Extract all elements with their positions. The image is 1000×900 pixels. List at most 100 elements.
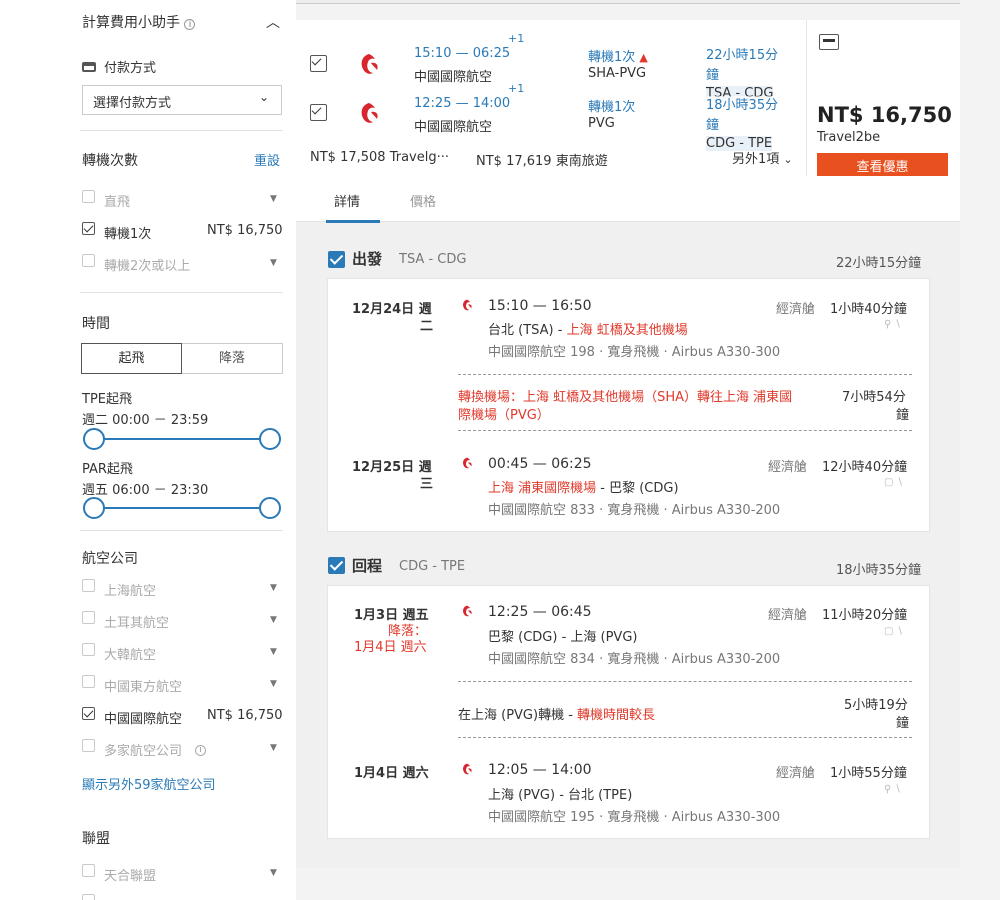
- dropdown-arrow-icon[interactable]: ▼: [270, 583, 277, 593]
- show-more-airlines-link[interactable]: 顯示另外59家航空公司: [82, 774, 216, 793]
- layover-duration: 5小時19分: [844, 698, 908, 713]
- outbound-checkbox[interactable]: [328, 251, 345, 268]
- dropdown-arrow-icon[interactable]: ▼: [270, 868, 277, 878]
- warning-icon: ▲: [639, 51, 648, 64]
- airline-label: 土耳其航空: [104, 616, 170, 631]
- more-options-toggle[interactable]: 另外1項 ⌄: [732, 148, 793, 167]
- tab-prices[interactable]: 價格: [410, 191, 436, 210]
- segment-cabin: 經濟艙: [776, 766, 816, 781]
- dropdown-arrow-icon[interactable]: ▼: [270, 194, 277, 204]
- airline-label: 多家航空公司: [104, 744, 183, 759]
- chevron-up-icon[interactable]: ︿: [266, 12, 280, 32]
- segment-airports: 台北 (TSA) - 上海 虹橋及其他機場: [488, 319, 688, 338]
- return-duration: 18小時35分鐘: [706, 96, 786, 136]
- outbound-stops-text: 轉機1次: [588, 50, 636, 65]
- stops-reset-link[interactable]: 重設: [254, 150, 280, 169]
- segment-to: 上海 虹橋及其他機場: [566, 323, 688, 338]
- alliance-checkbox[interactable]: [82, 864, 95, 877]
- segment-times: 12:05 — 14:00: [488, 762, 592, 778]
- airline-checkbox[interactable]: [82, 707, 95, 720]
- calc-helper-title[interactable]: 計算費用小助手 i: [82, 12, 196, 32]
- dropdown-arrow-icon[interactable]: ▼: [270, 679, 277, 689]
- layover-text: 在上海 (PVG)轉機 -: [458, 708, 578, 723]
- airline-label: 大韓航空: [104, 648, 157, 663]
- par-slider-track[interactable]: [94, 507, 270, 509]
- calc-helper-label: 計算費用小助手: [82, 15, 180, 31]
- segment-times: 00:45 — 06:25: [488, 456, 592, 472]
- tpe-slider-track[interactable]: [94, 438, 270, 440]
- more-options-text: 另外1項: [732, 152, 780, 167]
- par-slider-min-handle[interactable]: [83, 497, 105, 519]
- segment-cabin: 經濟艙: [776, 302, 816, 317]
- par-departure-title: PAR起飛: [82, 462, 133, 477]
- amenity-icons: ⚲ ∖: [884, 319, 901, 330]
- stops-one-label: 轉機1次: [104, 227, 152, 242]
- segment-times: 15:10 — 16:50: [488, 298, 592, 314]
- day-offset: +1: [508, 32, 525, 45]
- dropdown-arrow-icon[interactable]: ▼: [270, 615, 277, 625]
- outbound-stops: 轉機1次 ▲: [588, 46, 648, 65]
- result-summary-card[interactable]: 15:10 — 06:25 +1 中國國際航空 轉機1次 ▲ SHA-PVG 2…: [296, 20, 960, 183]
- other-price-link[interactable]: NT$ 17,508 Travelg···: [310, 150, 449, 165]
- payment-method-select[interactable]: 選擇付款方式 ⌄: [82, 85, 282, 115]
- tab-details[interactable]: 詳情: [334, 191, 360, 210]
- amenity-icons: ▢ ∖: [884, 626, 903, 637]
- airline-checkbox[interactable]: [82, 675, 95, 688]
- outbound-airline: 中國國際航空: [414, 70, 493, 85]
- airline-checkbox[interactable]: [82, 739, 95, 752]
- chevron-down-icon: ⌄: [259, 90, 270, 104]
- dashed-divider: [458, 430, 912, 431]
- payment-select-value: 選擇付款方式: [93, 96, 172, 111]
- time-title: 時間: [82, 316, 110, 332]
- stops-one-checkbox[interactable]: [82, 222, 95, 235]
- stops-two-label: 轉機2次或以上: [104, 259, 191, 274]
- segment-cabin: 經濟艙: [768, 608, 808, 623]
- divider: [806, 20, 807, 176]
- air-china-logo-icon: [463, 763, 472, 775]
- amenity-icons: ⚲ ∖: [884, 784, 901, 795]
- alliance-checkbox[interactable]: [82, 894, 95, 900]
- tpe-slider-max-handle[interactable]: [259, 428, 281, 450]
- segment-flight-info: 中國國際航空 198 · 寬身飛機 · Airbus A330-300: [488, 345, 781, 360]
- segment-duration: 1小時40分鐘: [830, 302, 907, 317]
- details-panel: 詳情 價格 出發 TSA - CDG 22小時15分鐘 12月24日 週 二 1…: [296, 176, 960, 868]
- airline-label: 中國東方航空: [104, 680, 183, 695]
- par-slider-max-handle[interactable]: [259, 497, 281, 519]
- dropdown-arrow-icon[interactable]: ▼: [270, 743, 277, 753]
- results-main: 15:10 — 06:25 +1 中國國際航空 轉機1次 ▲ SHA-PVG 2…: [296, 0, 1000, 900]
- airline-checkbox[interactable]: [82, 579, 95, 592]
- return-times: 12:25 — 14:00: [414, 96, 511, 111]
- stops-two-checkbox[interactable]: [82, 254, 95, 267]
- dropdown-arrow-icon[interactable]: ▼: [270, 258, 277, 268]
- amenity-icons: ▢ ∖: [884, 477, 903, 488]
- other-price-link[interactable]: NT$ 17,619 東南旅遊: [476, 150, 608, 169]
- outbound-duration: 22小時15分鐘: [706, 48, 779, 83]
- tpe-slider-min-handle[interactable]: [83, 428, 105, 450]
- return-airline: 中國國際航空: [414, 120, 493, 135]
- airline-checkbox[interactable]: [82, 611, 95, 624]
- tab-arrival-time[interactable]: 降落: [182, 343, 283, 374]
- divider: [80, 292, 283, 293]
- price-provider: Travel2be: [817, 130, 881, 145]
- segment-airports: 巴黎 (CDG) - 上海 (PVG): [488, 630, 638, 645]
- tab-departure-time[interactable]: 起飛: [81, 343, 182, 374]
- select-outbound-checkbox[interactable]: [310, 55, 327, 72]
- airline-label: 中國國際航空: [104, 712, 183, 727]
- stops-one-price: NT$ 16,750: [207, 223, 283, 238]
- segment-duration: 1小時55分鐘: [830, 766, 907, 781]
- return-via: PVG: [588, 116, 615, 131]
- stops-direct-checkbox[interactable]: [82, 190, 95, 203]
- layover-warning: 轉機時間較長: [577, 708, 656, 723]
- return-title: 回程: [352, 557, 383, 575]
- segment-flight-info: 中國國際航空 834 · 寬身飛機 · Airbus A330-200: [488, 652, 781, 667]
- segment-times: 12:25 — 06:45: [488, 604, 592, 620]
- return-checkbox[interactable]: [328, 557, 345, 574]
- airline-checkbox[interactable]: [82, 643, 95, 656]
- arrival-date: 1月4日 週六: [354, 640, 427, 655]
- select-return-checkbox[interactable]: [310, 104, 327, 121]
- dropdown-arrow-icon[interactable]: ▼: [270, 647, 277, 657]
- credit-card-icon: [82, 62, 96, 72]
- par-time-range: 週五 06:00 － 23:30: [82, 483, 209, 498]
- transfer-duration-cont: 鐘: [896, 408, 910, 423]
- segment-date-weekday: 二: [420, 319, 434, 334]
